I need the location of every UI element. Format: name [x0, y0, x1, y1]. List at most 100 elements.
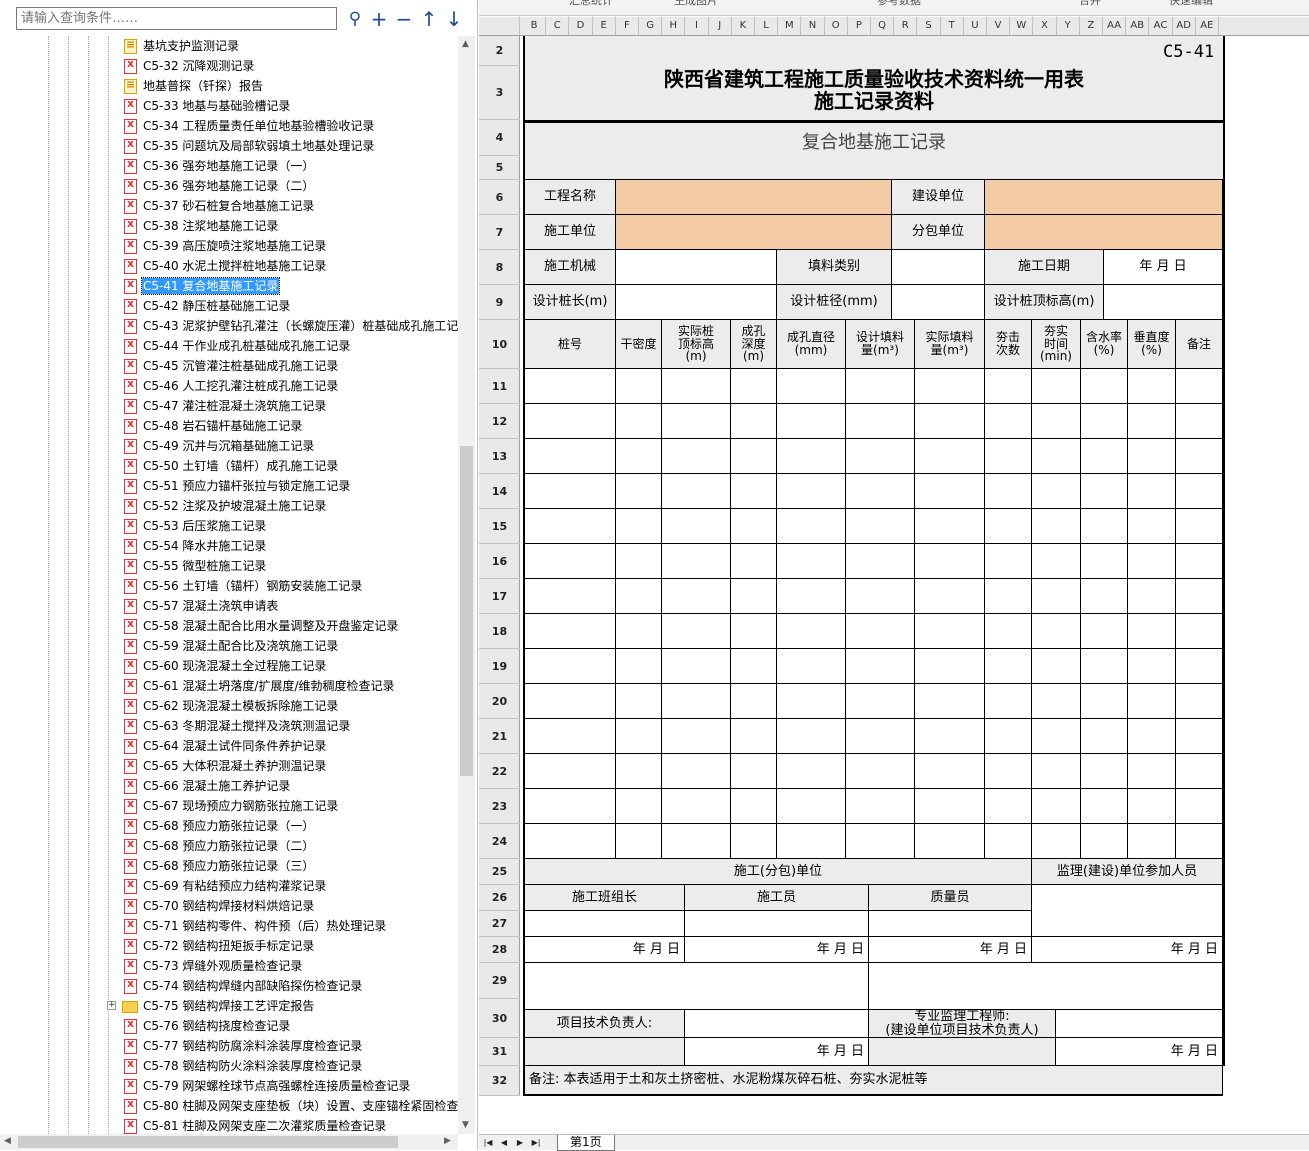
tree-item[interactable]: C5-57 混凝土浇筑申请表 — [0, 596, 458, 616]
engineer-date-label[interactable] — [869, 1038, 1056, 1066]
tree-item[interactable]: C5-60 现浇混凝土全过程施工记录 — [0, 656, 458, 676]
data-cell[interactable] — [1128, 719, 1176, 754]
data-cell[interactable] — [731, 579, 777, 614]
tree-item[interactable]: C5-52 注浆及护坡混凝土施工记录 — [0, 496, 458, 516]
data-cell[interactable] — [777, 719, 846, 754]
worker-sign[interactable] — [685, 911, 869, 937]
data-cell[interactable] — [846, 439, 915, 474]
data-cell[interactable] — [662, 684, 731, 719]
data-cell[interactable] — [1081, 649, 1128, 684]
column-header-cell[interactable]: B — [523, 17, 547, 35]
data-cell[interactable] — [777, 824, 846, 859]
supervisor-sign-field[interactable] — [1032, 885, 1223, 937]
machine-field[interactable] — [616, 250, 777, 285]
column-header-cell[interactable]: E — [593, 17, 616, 35]
data-cell[interactable] — [1128, 789, 1176, 824]
blank-area-right[interactable] — [869, 963, 1223, 1010]
tree-horizontal-scrollbar[interactable]: ◀ ▶ — [0, 1134, 458, 1150]
data-cell[interactable] — [846, 824, 915, 859]
data-cell[interactable] — [616, 719, 662, 754]
data-cell[interactable] — [1128, 614, 1176, 649]
tree-item[interactable]: C5-67 现场预应力钢筋张拉施工记录 — [0, 796, 458, 816]
data-cell[interactable] — [731, 439, 777, 474]
data-cell[interactable] — [616, 789, 662, 824]
data-cell[interactable] — [525, 509, 616, 544]
data-cell[interactable] — [662, 579, 731, 614]
data-cell[interactable] — [662, 369, 731, 404]
data-cell[interactable] — [1128, 684, 1176, 719]
row-header-cell[interactable]: 20 — [479, 684, 520, 719]
row-header-cell[interactable]: 15 — [479, 509, 520, 544]
row-header-cell[interactable]: 5 — [479, 156, 520, 180]
toolbar-summary[interactable]: 汇总统计 — [569, 0, 613, 8]
data-cell[interactable] — [1128, 649, 1176, 684]
pile-top-field[interactable] — [1104, 285, 1223, 320]
tree-item[interactable]: C5-44 干作业成孔桩基础成孔施工记录 — [0, 336, 458, 356]
data-cell[interactable] — [777, 404, 846, 439]
data-cell[interactable] — [525, 404, 616, 439]
tree-item[interactable]: C5-55 微型桩施工记录 — [0, 556, 458, 576]
tree-item[interactable]: C5-64 混凝土试件同条件养护记录 — [0, 736, 458, 756]
data-cell[interactable] — [731, 824, 777, 859]
data-cell[interactable] — [846, 614, 915, 649]
data-cell[interactable] — [846, 719, 915, 754]
data-cell[interactable] — [525, 369, 616, 404]
data-cell[interactable] — [777, 544, 846, 579]
data-cell[interactable] — [1176, 614, 1223, 649]
row-header-cell[interactable]: 3 — [479, 66, 520, 120]
column-header-cell[interactable]: T — [941, 17, 964, 35]
data-cell[interactable] — [846, 369, 915, 404]
data-cell[interactable] — [777, 579, 846, 614]
data-cell[interactable] — [846, 509, 915, 544]
column-header-cell[interactable]: Y — [1057, 17, 1080, 35]
row-header-cell[interactable]: 21 — [479, 719, 520, 754]
data-cell[interactable] — [662, 404, 731, 439]
data-cell[interactable] — [525, 684, 616, 719]
row-header-cell[interactable]: 19 — [479, 649, 520, 684]
data-cell[interactable] — [985, 404, 1032, 439]
tree-vertical-scrollbar[interactable]: ▲ ▼ — [458, 36, 475, 1134]
column-header-cell[interactable]: S — [917, 17, 941, 35]
prev-sheet-icon[interactable]: ◀ — [497, 1137, 511, 1149]
data-cell[interactable] — [525, 754, 616, 789]
data-cell[interactable] — [915, 544, 985, 579]
data-cell[interactable] — [985, 649, 1032, 684]
data-cell[interactable] — [985, 824, 1032, 859]
tree-item[interactable]: C5-39 高压旋喷注浆地基施工记录 — [0, 236, 458, 256]
select-all-corner[interactable] — [479, 17, 520, 35]
row-header-cell[interactable]: 28 — [479, 937, 520, 963]
row-header-cell[interactable]: 18 — [479, 614, 520, 649]
tree-item[interactable]: C5-42 静压桩基础施工记录 — [0, 296, 458, 316]
data-cell[interactable] — [731, 754, 777, 789]
toolbar-reference[interactable]: 参考数据 — [877, 0, 921, 8]
data-cell[interactable] — [777, 509, 846, 544]
data-cell[interactable] — [1176, 369, 1223, 404]
data-cell[interactable] — [1032, 719, 1081, 754]
data-cell[interactable] — [662, 719, 731, 754]
tree-item[interactable]: C5-72 钢结构扭矩扳手标定记录 — [0, 936, 458, 956]
row-header-cell[interactable]: 2 — [479, 36, 520, 66]
tree-item[interactable]: C5-81 柱脚及网架支座二次灌浆质量检查记录 — [0, 1116, 458, 1134]
tree-item[interactable]: C5-61 混凝土坍落度/扩展度/维勃稠度检查记录 — [0, 676, 458, 696]
tree-item[interactable]: C5-38 注浆地基施工记录 — [0, 216, 458, 236]
tree-item[interactable]: C5-48 岩石锚杆基础施工记录 — [0, 416, 458, 436]
tree-item[interactable]: C5-80 柱脚及网架支座垫板（块）设置、支座锚栓紧固检查记录 — [0, 1096, 458, 1116]
data-cell[interactable] — [846, 684, 915, 719]
data-cell[interactable] — [662, 544, 731, 579]
data-cell[interactable] — [985, 439, 1032, 474]
toolbar-quick-edit[interactable]: 快速编辑 — [1169, 0, 1213, 8]
search-input[interactable] — [16, 7, 337, 30]
row-header-cell[interactable]: 8 — [479, 250, 520, 285]
data-cell[interactable] — [616, 824, 662, 859]
row-header-cell[interactable]: 14 — [479, 474, 520, 509]
data-cell[interactable] — [1128, 369, 1176, 404]
data-cell[interactable] — [662, 614, 731, 649]
pile-length-field[interactable] — [616, 285, 777, 320]
row-header-cell[interactable]: 16 — [479, 544, 520, 579]
sub-unit-field[interactable] — [985, 215, 1223, 250]
column-header-cell[interactable]: C — [546, 17, 570, 35]
data-cell[interactable] — [985, 509, 1032, 544]
data-cell[interactable] — [1176, 824, 1223, 859]
first-sheet-icon[interactable]: |◀ — [481, 1137, 495, 1149]
tree-item[interactable]: C5-79 网架螺栓球节点高强螺栓连接质量检查记录 — [0, 1076, 458, 1096]
